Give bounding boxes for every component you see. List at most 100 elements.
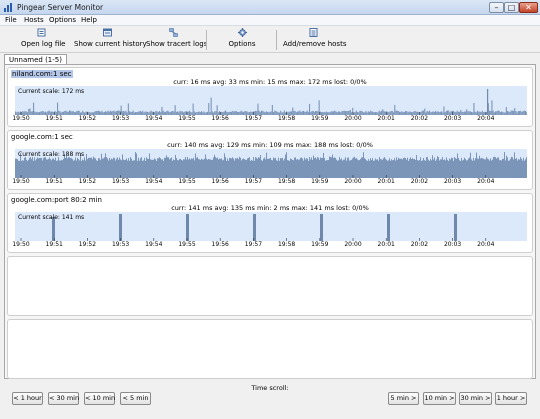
ping-bar bbox=[403, 157, 404, 178]
ping-bar bbox=[248, 157, 249, 178]
ping-bar bbox=[172, 160, 173, 178]
ping-bar bbox=[93, 156, 94, 178]
ping-bar bbox=[516, 157, 517, 178]
show-history-button[interactable]: Show current history bbox=[74, 28, 147, 48]
back-30-min-button[interactable]: < 30 min bbox=[48, 392, 79, 405]
ping-bar bbox=[182, 160, 183, 178]
maximize-button[interactable]: □ bbox=[504, 2, 519, 13]
ping-bar bbox=[332, 154, 333, 178]
ping-bar bbox=[420, 157, 421, 178]
ping-bar bbox=[33, 160, 34, 178]
menu-hosts[interactable]: Hosts bbox=[24, 16, 44, 24]
ping-bar bbox=[216, 105, 218, 115]
ping-bar bbox=[215, 157, 216, 178]
host-panel-niland[interactable]: niland.com:1 sec curr: 16 ms avg: 33 ms … bbox=[7, 67, 533, 127]
ping-bar bbox=[209, 159, 210, 178]
ping-bar bbox=[524, 160, 525, 178]
ping-bar bbox=[222, 160, 223, 178]
ping-bar bbox=[390, 160, 391, 178]
ping-bar bbox=[525, 159, 526, 178]
host-panel-google-port80[interactable]: google.com:port 80:2 min curr: 141 ms av… bbox=[7, 193, 533, 253]
ping-bar bbox=[466, 160, 467, 178]
time-tick-label: 19:55 bbox=[178, 241, 196, 248]
ping-bar bbox=[167, 157, 168, 178]
menu-file[interactable]: File bbox=[5, 16, 17, 24]
ping-bar bbox=[389, 158, 390, 178]
ping-bar bbox=[373, 160, 374, 178]
back-5-min-button[interactable]: < 5 min bbox=[120, 392, 151, 405]
ping-bar bbox=[253, 157, 254, 178]
ping-bar bbox=[360, 158, 361, 178]
ping-bar bbox=[443, 106, 445, 115]
ping-bar bbox=[174, 159, 175, 178]
forward-5-min-button[interactable]: 5 min > bbox=[388, 392, 419, 405]
ping-bar bbox=[60, 160, 61, 178]
ping-bar bbox=[343, 159, 344, 178]
time-tick-label: 19:59 bbox=[311, 178, 329, 185]
ping-bar bbox=[183, 159, 184, 178]
ping-bar bbox=[192, 103, 194, 115]
ping-bar bbox=[22, 160, 23, 178]
minimize-button[interactable]: – bbox=[489, 2, 504, 13]
ping-bar bbox=[409, 158, 410, 178]
add-remove-hosts-button[interactable]: Add/remove hosts bbox=[283, 28, 346, 48]
ping-bar bbox=[334, 157, 335, 178]
ping-bar bbox=[175, 154, 176, 178]
ping-bar bbox=[61, 159, 62, 178]
host-panel-google[interactable]: google.com:1 sec curr: 140 ms avg: 129 m… bbox=[7, 130, 533, 190]
ping-bar bbox=[309, 103, 311, 115]
ping-bar bbox=[280, 157, 281, 178]
ping-bar bbox=[447, 159, 448, 178]
ping-bar bbox=[436, 159, 437, 178]
ping-bar bbox=[143, 160, 144, 178]
ping-bar bbox=[56, 160, 57, 178]
current-scale: Current scale: 141 ms bbox=[18, 214, 85, 221]
ping-bar bbox=[70, 158, 71, 178]
ping-bar bbox=[268, 158, 269, 178]
options-button[interactable]: Options bbox=[226, 28, 258, 48]
forward-1-hour-button[interactable]: 1 hour > bbox=[495, 392, 527, 405]
ping-bar bbox=[204, 158, 205, 178]
ping-bar bbox=[387, 160, 388, 178]
forward-30-min-button[interactable]: 30 min > bbox=[459, 392, 492, 405]
ping-bar bbox=[481, 157, 482, 178]
ping-bar bbox=[351, 159, 352, 178]
ping-bar bbox=[462, 160, 463, 178]
ping-bar bbox=[257, 159, 258, 178]
ping-bar bbox=[57, 160, 58, 178]
ping-bar bbox=[384, 157, 385, 178]
ping-bar bbox=[450, 159, 451, 178]
menu-help[interactable]: Help bbox=[81, 16, 97, 24]
ping-bar bbox=[473, 102, 475, 115]
ping-bar bbox=[486, 157, 487, 178]
ping-bar bbox=[166, 155, 167, 178]
ping-bar bbox=[253, 214, 256, 241]
app-icon bbox=[4, 3, 12, 12]
ping-bar bbox=[467, 160, 468, 178]
ping-bar bbox=[42, 160, 43, 178]
back-10-min-button[interactable]: < 10 min bbox=[84, 392, 115, 405]
ping-bar bbox=[170, 158, 171, 178]
ping-bar bbox=[478, 158, 479, 178]
ping-bar bbox=[142, 160, 143, 178]
time-tick-label: 20:02 bbox=[410, 178, 429, 185]
open-log-button[interactable]: Open log file bbox=[21, 28, 65, 48]
ping-bar bbox=[357, 159, 358, 178]
ping-bar bbox=[460, 160, 461, 178]
ping-bar bbox=[422, 160, 423, 178]
ping-bar bbox=[304, 157, 305, 178]
forward-10-min-button[interactable]: 10 min > bbox=[423, 392, 456, 405]
ping-bar bbox=[40, 158, 41, 178]
close-button[interactable]: ✕ bbox=[519, 2, 538, 13]
ping-bar bbox=[328, 160, 329, 178]
ping-bar bbox=[197, 157, 198, 178]
ping-bar bbox=[350, 160, 351, 178]
ping-bar bbox=[55, 157, 56, 178]
menu-options[interactable]: Options bbox=[49, 16, 76, 24]
ping-bar bbox=[147, 158, 148, 178]
ping-bar bbox=[393, 160, 394, 178]
ping-bar bbox=[158, 158, 159, 178]
show-tracert-button[interactable]: Show tracert logs bbox=[146, 28, 207, 48]
toolbar-separator bbox=[206, 30, 207, 50]
back-1-hour-button[interactable]: < 1 hour bbox=[12, 392, 43, 405]
